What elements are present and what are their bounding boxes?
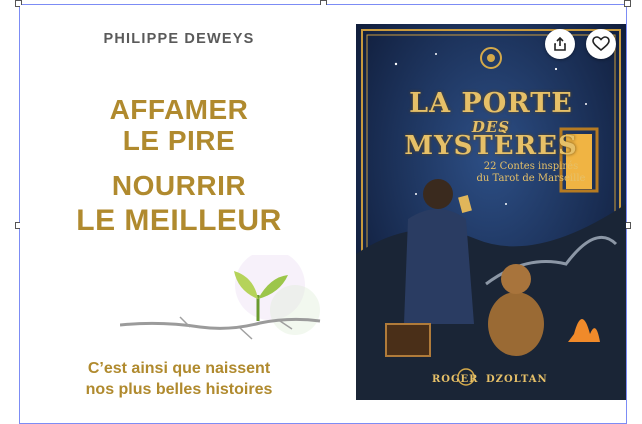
tagline-line-1: 22 Contes inspirés (483, 161, 579, 172)
title-line-2: LE PIRE (122, 125, 236, 156)
favorite-button[interactable] (586, 29, 616, 59)
share-icon (554, 36, 566, 51)
tagline-line-2: du Tarot de Marseille (476, 173, 586, 184)
book-cover-right[interactable]: LA PORTE DES MYSTÈRES 22 Contes inspirés… (356, 24, 626, 400)
book-title-line-1: LA PORTE (409, 88, 573, 119)
subtitle-line-1: C’est ainsi que naissent (87, 360, 271, 377)
book-cover-left[interactable]: PHILIPPE DEWEYS AFFAMER LE PIRE NOURRIR … (20, 5, 338, 400)
resize-handle-top-right[interactable] (624, 0, 631, 7)
author-last-name: DZOLTAN (486, 374, 548, 385)
author-name: PHILIPPE DEWEYS (103, 31, 255, 47)
title-line-1: AFFAMER (109, 94, 249, 125)
heart-icon (592, 36, 610, 52)
book-title-line-3: MYSTÈRES (404, 131, 578, 161)
author-first-name: ROGER (432, 374, 479, 385)
share-button[interactable] (545, 29, 575, 59)
title-line-4: LE MEILLEUR (76, 204, 282, 237)
cover-artwork (356, 24, 626, 400)
sprout-illustration (120, 255, 321, 340)
subtitle-line-2: nos plus belles histoires (85, 381, 273, 398)
title-line-3: NOURRIR (111, 170, 247, 201)
